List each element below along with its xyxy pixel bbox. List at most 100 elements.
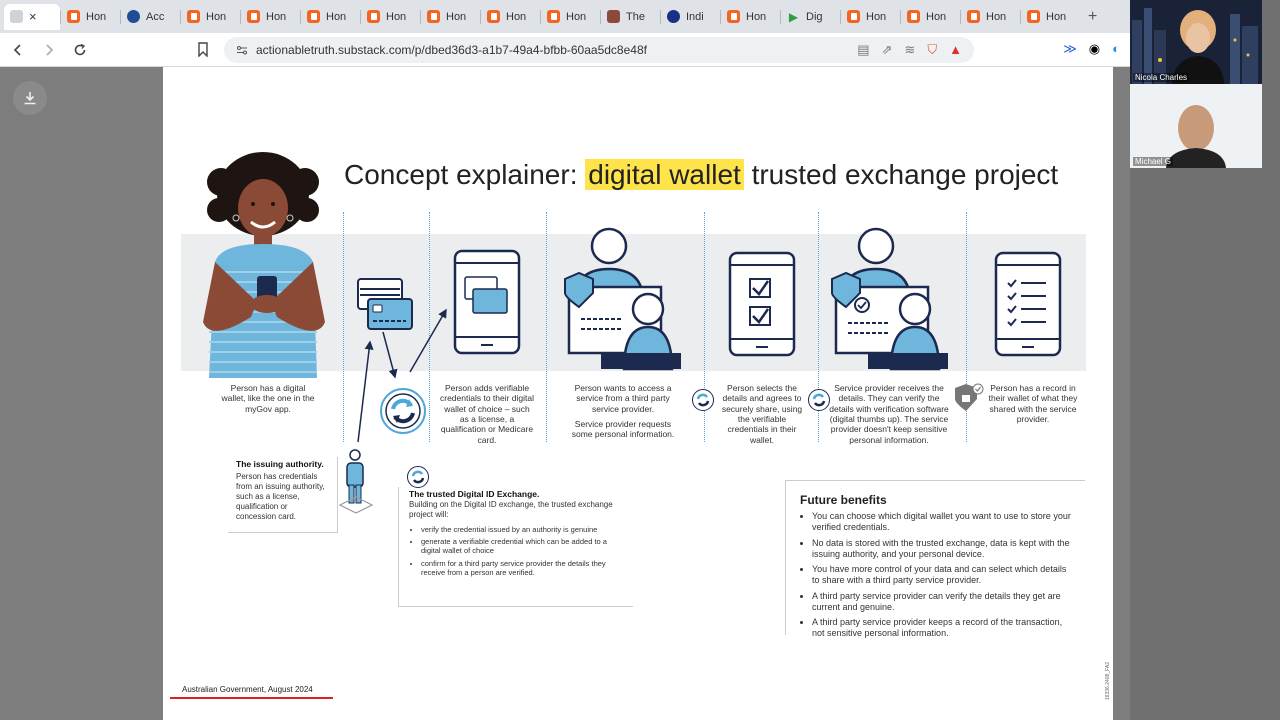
future-bullet: A third party service provider can verif…	[812, 591, 1071, 614]
browser-tab[interactable]: Hon	[61, 4, 120, 30]
reader-mode-icon[interactable]: ▤	[857, 42, 869, 58]
participant-name: Nicola Charles	[1133, 73, 1190, 82]
substack-icon	[67, 10, 80, 23]
tab-label: Hon	[506, 10, 527, 23]
blank-page-icon	[10, 10, 23, 23]
substack-icon	[967, 10, 980, 23]
tab-label: Hon	[386, 10, 407, 23]
tab-active[interactable]: ×	[4, 3, 60, 30]
browser-tab[interactable]: Hon	[301, 4, 360, 30]
substack-icon	[367, 10, 380, 23]
participant-name: Michael G	[1133, 157, 1174, 166]
back-button[interactable]	[5, 37, 31, 63]
browser-tab[interactable]: Hon	[961, 4, 1020, 30]
browser-tab[interactable]: Indi	[661, 4, 720, 30]
exchange-intro: Building on the Digital ID exchange, the…	[409, 499, 613, 519]
substack-icon	[547, 10, 560, 23]
reload-button[interactable]	[67, 37, 93, 63]
owl-extension-icon[interactable]: ◉	[1089, 41, 1100, 57]
tab-strip: × Hon Acc Hon Hon Hon Hon Hon Hon Hon The Indi Hon ▶…	[0, 0, 1130, 33]
video-call-panel: Nicola Charles Michael G	[1130, 0, 1280, 720]
browser-tab[interactable]: Hon	[721, 4, 780, 30]
tab-label: Hon	[266, 10, 287, 23]
issuing-authority-person-icon	[338, 449, 374, 514]
phone-with-card-icon	[453, 249, 521, 355]
issuing-authority-box: The issuing authority. Person has creden…	[228, 457, 338, 533]
play-icon: ▶	[788, 9, 799, 24]
document-code: 16336.2408_FA2	[1105, 662, 1111, 701]
reload-icon	[74, 43, 86, 55]
browser-tab[interactable]: Acc	[121, 4, 180, 30]
browser-toolbar: actionabletruth.substack.com/p/dbed36d3-…	[0, 33, 1130, 67]
address-bar[interactable]: actionabletruth.substack.com/p/dbed36d3-…	[224, 37, 974, 63]
phone-list-icon	[994, 251, 1062, 357]
tab-label: Hon	[326, 10, 347, 23]
slide-image: Concept explainer: digital wallet truste…	[163, 67, 1113, 720]
substack-icon	[427, 10, 440, 23]
tab-label: Hon	[446, 10, 467, 23]
browser-tab[interactable]: Hon	[421, 4, 480, 30]
browser-tab[interactable]: Hon	[541, 4, 600, 30]
close-tab-icon[interactable]: ×	[29, 9, 37, 24]
tab-label: Hon	[986, 10, 1007, 23]
tab-label: The	[626, 10, 645, 23]
participant-tile[interactable]: Michael G	[1130, 84, 1262, 168]
browser-tab[interactable]: ▶ Dig	[781, 4, 840, 30]
browser-tab[interactable]: Hon	[901, 4, 960, 30]
star-badge-icon	[667, 10, 680, 23]
share-icon[interactable]: ⇗	[882, 42, 893, 58]
tab-label: Acc	[146, 10, 165, 23]
substack-icon	[727, 10, 740, 23]
browser-tab[interactable]: The	[601, 4, 660, 30]
exchange-sync-icon	[808, 389, 830, 411]
substack-icon	[307, 10, 320, 23]
bookmark-icon[interactable]	[197, 42, 209, 62]
browser-tab[interactable]: Hon	[361, 4, 420, 30]
exchange-box: The trusted Digital ID Exchange. Buildin…	[398, 487, 633, 607]
forward-button[interactable]	[36, 37, 62, 63]
substack-icon	[487, 10, 500, 23]
download-button[interactable]	[13, 81, 47, 115]
future-benefits-title: Future benefits	[800, 493, 887, 507]
exchange-title: The trusted Digital ID Exchange.	[409, 489, 540, 499]
woman-with-phone-illustration	[203, 152, 325, 378]
thumbnail-icon	[607, 10, 620, 23]
browser-tab[interactable]: Hon	[481, 4, 540, 30]
substack-icon	[247, 10, 260, 23]
browser-tab[interactable]: Hon	[841, 4, 900, 30]
brave-rewards-icon[interactable]: ▲	[949, 42, 962, 58]
tab-list: Hon Acc Hon Hon Hon Hon Hon Hon Hon The Indi Hon ▶ Di…	[60, 4, 1080, 30]
substack-icon	[187, 10, 200, 23]
extension-icon[interactable]: ≫	[1063, 41, 1077, 57]
participant-video-michael	[1130, 84, 1262, 168]
caption-adds-credentials: Person adds verifiable credentials to th…	[439, 383, 535, 445]
title-prefix: Concept explainer:	[344, 159, 586, 190]
participant-tile[interactable]: Nicola Charles	[1130, 0, 1262, 84]
caption-wants-access: Person wants to access a service from a …	[574, 383, 672, 414]
future-bullet: A third party service provider keeps a r…	[812, 617, 1071, 640]
issuing-body: Person has credentials from an issuing a…	[236, 471, 325, 521]
page-background-left	[0, 67, 163, 720]
future-benefits-box: Future benefits You can choose which dig…	[785, 480, 1085, 638]
substack-icon	[1027, 10, 1040, 23]
tab-label: Hon	[206, 10, 227, 23]
rss-icon[interactable]: ≋	[904, 42, 915, 58]
exchange-bullet: generate a verifiable credential which c…	[421, 537, 623, 556]
browser-tab[interactable]: Hon	[1021, 4, 1080, 30]
download-icon	[24, 92, 36, 105]
brave-shield-icon[interactable]: ⛉	[927, 42, 937, 58]
browser-tab[interactable]: Hon	[181, 4, 240, 30]
participant-video-nicola	[1130, 0, 1262, 84]
source-credit: Australian Government, August 2024	[182, 685, 313, 694]
caption-provider-receives: Service provider receives the details. T…	[829, 383, 949, 445]
new-tab-button[interactable]: +	[1088, 8, 1097, 26]
gov-crest-icon	[127, 10, 140, 23]
caption-provider-requests: Service provider requests some personal …	[571, 419, 675, 440]
service-provider-with-shield-illustration	[564, 227, 681, 371]
caption-selects-details: Person selects the details and agrees to…	[721, 383, 803, 445]
browser-tab[interactable]: Hon	[241, 4, 300, 30]
tab-label: Hon	[746, 10, 767, 23]
sync-extension-icon[interactable]: ◐	[1112, 41, 1120, 57]
future-bullet: You can choose which digital wallet you …	[812, 511, 1071, 534]
exchange-bullet: confirm for a third party service provid…	[421, 559, 623, 578]
